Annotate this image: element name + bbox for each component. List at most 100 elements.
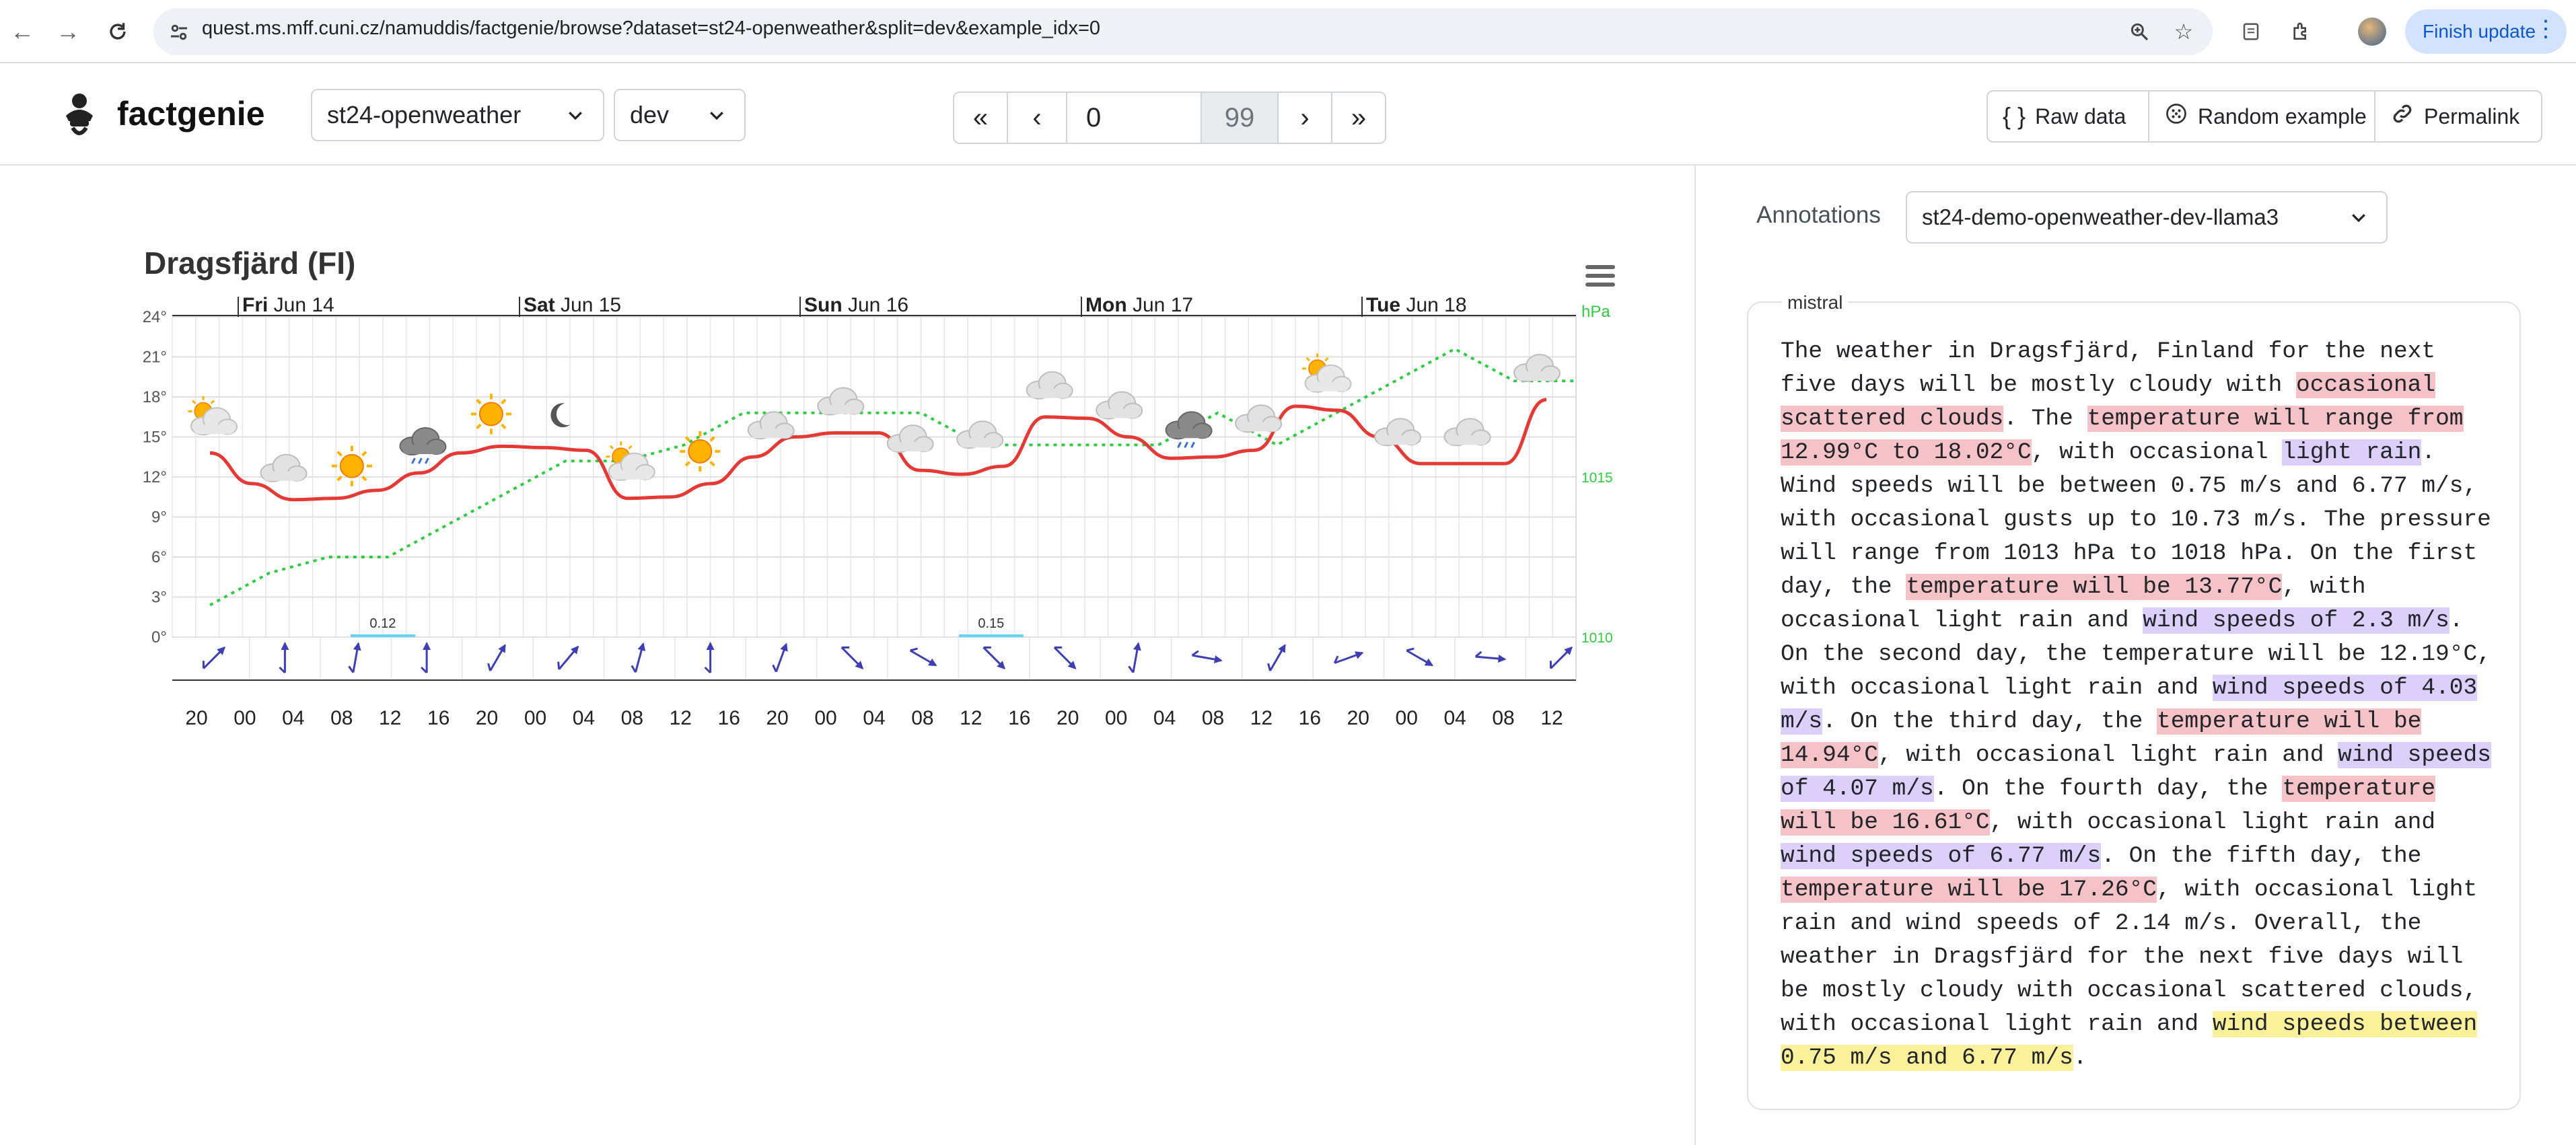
permalink-button[interactable]: Permalink bbox=[2374, 90, 2542, 143]
y-tick-label: 6° bbox=[151, 548, 167, 566]
y-tick-label: 3° bbox=[151, 589, 167, 607]
day-label: Mon Jun 17 bbox=[1085, 294, 1193, 316]
x-tick-label: 08 bbox=[330, 707, 353, 729]
x-tick-label: 08 bbox=[1202, 707, 1224, 729]
wind-arrow-icon bbox=[704, 642, 715, 674]
x-tick-label: 20 bbox=[476, 707, 498, 729]
random-example-label: Random example bbox=[2198, 104, 2367, 128]
weather-chart: Dragsfjärd (FI) 24° 21° 18° 15° 12° 9° 6° 3° 0° F… bbox=[135, 233, 1642, 758]
braces-icon: { } bbox=[2003, 102, 2026, 130]
text-span: . On the fourth day, the bbox=[1933, 776, 2283, 802]
weather-cloud-icon bbox=[1235, 404, 1283, 433]
chevron-down-icon bbox=[710, 112, 723, 120]
dataset-select[interactable]: st24-openweather bbox=[311, 89, 604, 141]
x-tick-label: 16 bbox=[718, 707, 740, 729]
annotation-source-select[interactable]: st24-demo-openweather-dev-llama3 bbox=[1906, 191, 2388, 244]
day-label: Tue Jun 18 bbox=[1366, 294, 1467, 316]
wind-arrow-icon bbox=[1474, 651, 1507, 663]
model-name-label: mistral bbox=[1782, 292, 1849, 313]
last-example-button[interactable]: » bbox=[1331, 91, 1386, 144]
app-header: factgenie st24-openweather dev « ‹ 0 99 … bbox=[0, 63, 2576, 165]
factgenie-logo-icon bbox=[61, 90, 98, 139]
day-label: Sun Jun 16 bbox=[804, 294, 908, 316]
weather-sun-cloud-icon bbox=[606, 441, 655, 481]
next-example-button[interactable]: › bbox=[1277, 91, 1332, 144]
chevron-down-icon bbox=[569, 112, 582, 120]
text-span: . On the fifth day, the bbox=[2101, 843, 2422, 869]
x-tick-label: 00 bbox=[1396, 707, 1418, 729]
wind-arrow-icon bbox=[909, 647, 937, 667]
x-tick-label: 08 bbox=[1492, 707, 1514, 729]
random-example-button[interactable]: Random example bbox=[2148, 90, 2375, 143]
x-tick-label: 20 bbox=[185, 707, 207, 729]
first-example-button[interactable]: « bbox=[953, 91, 1008, 144]
x-tick-label: 12 bbox=[1250, 707, 1273, 729]
example-index-input[interactable]: 0 bbox=[1066, 91, 1202, 144]
zoom-icon[interactable] bbox=[2124, 16, 2155, 47]
annotation-span-violet[interactable]: light rain bbox=[2282, 439, 2422, 466]
weather-cloud-icon bbox=[260, 453, 308, 482]
dataset-value: st24-openweather bbox=[327, 101, 522, 128]
raw-data-button[interactable]: { } Raw data bbox=[1987, 90, 2149, 143]
extensions-icon[interactable] bbox=[2285, 16, 2316, 47]
x-tick-label: 16 bbox=[427, 707, 450, 729]
weather-moon-icon bbox=[550, 403, 571, 428]
x-tick-label: 12 bbox=[1540, 707, 1563, 729]
permalink-label: Permalink bbox=[2424, 104, 2520, 128]
wind-arrow-icon bbox=[1053, 646, 1077, 669]
profile-avatar[interactable] bbox=[2358, 17, 2386, 46]
wind-arrow-icon bbox=[1128, 642, 1141, 673]
wind-arrow-icon bbox=[487, 644, 506, 671]
x-tick-label: 12 bbox=[960, 707, 982, 729]
browser-toolbar: ← → quest.ms.mff.cuni.cz/namuddis/factge… bbox=[0, 0, 2576, 63]
split-value: dev bbox=[630, 101, 670, 128]
weather-rain-icon bbox=[399, 427, 447, 464]
weather-sun-cloud-icon bbox=[1302, 353, 1352, 393]
chart-canvas: 24° 21° 18° 15° 12° 9° 6° 3° 0° Fri Jun 14 Sat Jun… bbox=[143, 294, 1613, 729]
split-select[interactable]: dev bbox=[614, 89, 746, 141]
link-icon bbox=[2390, 102, 2414, 132]
text-span: . On the third day, the bbox=[1822, 708, 2157, 735]
dice-icon bbox=[2164, 102, 2188, 132]
finish-update-button[interactable]: Finish update ⋮ bbox=[2405, 9, 2567, 54]
pressure-unit-label: hPa bbox=[1581, 303, 1610, 321]
text-span: . bbox=[2073, 1045, 2087, 1071]
text-span: . The bbox=[2003, 406, 2087, 432]
y-tick-label: 15° bbox=[143, 429, 167, 447]
wind-arrow-icon bbox=[279, 642, 289, 674]
text-span: , with occasional light rain and bbox=[1989, 809, 2436, 836]
annotation-span-red[interactable]: temperature will be 17.26°C bbox=[1781, 877, 2157, 903]
annotation-span-violet[interactable]: wind speeds of 6.77 m/s bbox=[1781, 843, 2102, 869]
day-label: Fri Jun 14 bbox=[242, 294, 334, 316]
wind-arrow-icon bbox=[840, 646, 864, 669]
weather-cloud-icon bbox=[956, 420, 1004, 449]
raw-data-label: Raw data bbox=[2035, 104, 2126, 128]
pressure-tick-label: 1010 bbox=[1581, 630, 1613, 646]
x-tick-label: 04 bbox=[863, 707, 885, 729]
precipitation-bar bbox=[350, 634, 415, 637]
wind-arrow-icon bbox=[421, 642, 431, 674]
wind-arrow-icon bbox=[1267, 644, 1286, 671]
back-icon[interactable]: ← bbox=[5, 15, 39, 48]
weather-cloud-icon bbox=[886, 424, 934, 453]
reload-icon[interactable] bbox=[101, 15, 135, 48]
text-span: , with occasional light rain and bbox=[1877, 742, 2338, 768]
bookmark-star-icon[interactable]: ☆ bbox=[2168, 16, 2199, 47]
wind-arrow-icon bbox=[982, 646, 1006, 669]
y-tick-label: 21° bbox=[143, 348, 167, 367]
annotation-span-red[interactable]: temperature will be 13.77°C bbox=[1906, 574, 2283, 600]
site-info-icon[interactable] bbox=[167, 20, 191, 44]
weather-rain-icon bbox=[1165, 411, 1213, 448]
menu-kebab-icon: ⋮ bbox=[2534, 16, 2557, 42]
reading-mode-icon[interactable] bbox=[2235, 16, 2266, 47]
annotation-span-violet[interactable]: wind speeds of 2.3 m/s bbox=[2143, 607, 2449, 634]
previous-example-button[interactable]: ‹ bbox=[1007, 91, 1067, 144]
x-tick-label: 04 bbox=[573, 707, 595, 729]
wind-arrow-icon bbox=[202, 647, 225, 669]
annotated-output-text: The weather in Dragsfjärd, Finland for t… bbox=[1781, 335, 2494, 1075]
pressure-tick-label: 1015 bbox=[1581, 470, 1613, 486]
weather-cloud-icon bbox=[1026, 371, 1073, 400]
x-tick-label: 12 bbox=[670, 707, 692, 729]
forward-icon[interactable]: → bbox=[51, 15, 85, 48]
wind-arrow-icon bbox=[1549, 647, 1573, 669]
